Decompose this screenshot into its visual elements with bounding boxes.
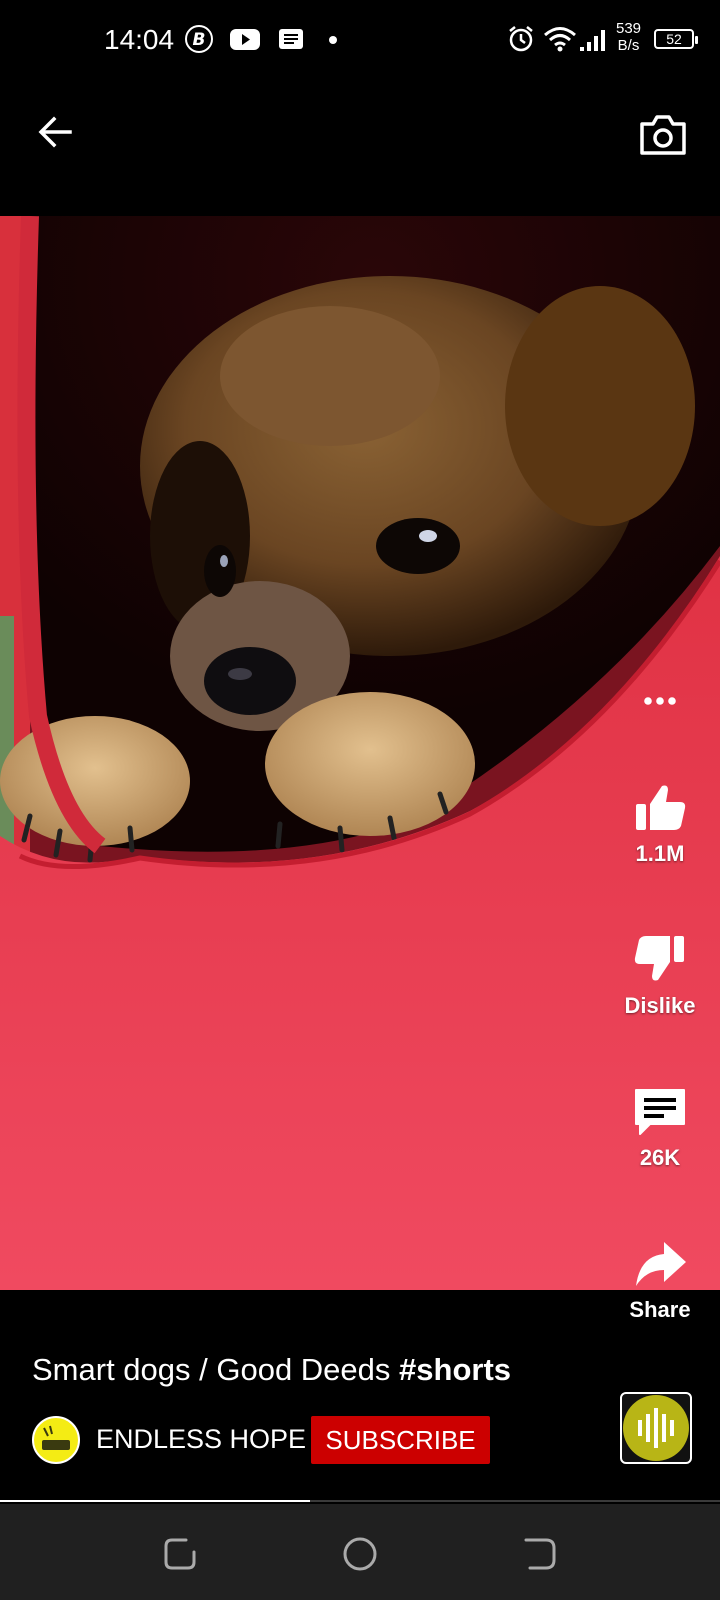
video-progress-fill [0,1500,310,1502]
arrow-left-icon [38,116,72,148]
battery-icon: 52 [654,29,698,49]
news-icon [279,29,303,49]
signal-icon [580,30,605,51]
status-time: 14:04 [104,24,175,55]
youtube-icon [230,29,260,50]
like-count: 1.1M [635,841,685,866]
video-title[interactable]: Smart dogs / Good Deeds #shorts [32,1352,511,1388]
video-progress-bar[interactable] [0,1500,720,1502]
network-speed-value: 539 [616,20,642,37]
share-button[interactable]: Share [600,1236,720,1323]
sound-thumbnail[interactable] [620,1392,692,1464]
more-horizontal-icon [644,697,676,705]
network-speed-unit: B/s [617,37,640,54]
thumbs-down-icon [634,936,684,981]
comment-count: 26K [639,1145,681,1170]
home-icon [343,1537,377,1571]
dislike-label: Dislike [624,993,696,1018]
recents-icon [164,1538,196,1570]
b-icon: B [185,25,213,53]
like-button[interactable]: 1.1M [600,780,720,867]
recents-button[interactable] [160,1534,200,1574]
channel-name[interactable]: ENDLESS HOPE [96,1424,306,1455]
back-button[interactable] [34,110,78,154]
channel-avatar[interactable] [32,1416,80,1464]
network-speed: 539 B/s [616,20,641,54]
comments-button[interactable]: 26K [600,1084,720,1171]
channel-logo-icon [42,1425,70,1450]
dot-icon [329,36,337,44]
alarm-icon [509,26,533,52]
comment-icon [635,1089,685,1135]
back-icon [524,1538,556,1570]
sound-logo-icon [623,1395,689,1461]
battery-level: 52 [666,31,682,47]
share-arrow-icon [636,1242,686,1286]
thumbs-up-icon [636,785,686,830]
video-title-text: Smart dogs / Good Deeds [32,1352,400,1387]
camera-icon [640,115,686,155]
system-navigation-bar [0,1504,720,1600]
hashtag-link[interactable]: #shorts [399,1352,511,1387]
svg-text:B: B [193,30,206,50]
camera-button[interactable] [638,112,688,158]
status-bar: 14:04 B 539 B/s 52 [0,0,720,80]
back-nav-button[interactable] [520,1534,560,1574]
share-label: Share [629,1297,691,1322]
subscribe-button[interactable]: SUBSCRIBE [311,1416,490,1464]
home-button[interactable] [340,1534,380,1574]
more-options-button[interactable] [640,686,680,716]
wifi-icon [544,27,576,52]
dislike-button[interactable]: Dislike [600,932,720,1019]
